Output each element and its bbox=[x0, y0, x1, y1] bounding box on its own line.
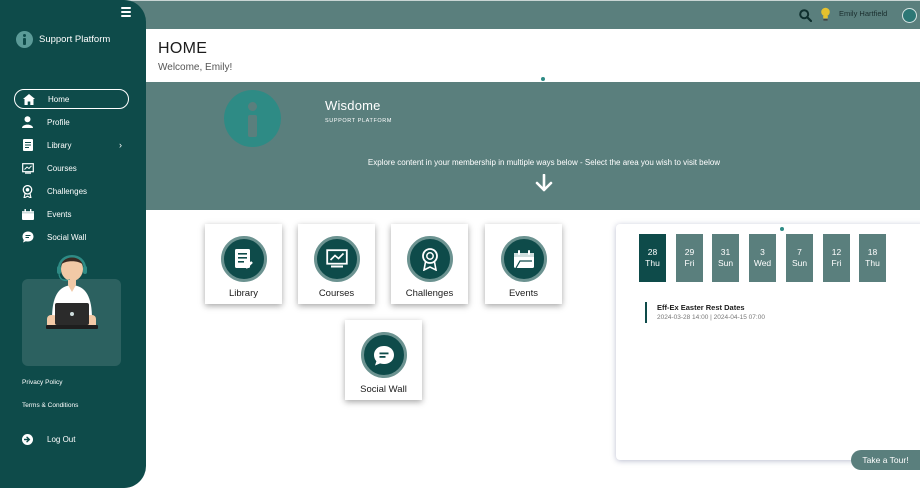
tile-library[interactable]: Library bbox=[205, 224, 282, 304]
sidebar-item-social-wall[interactable]: Social Wall bbox=[14, 227, 129, 247]
arrow-down-icon[interactable] bbox=[535, 173, 553, 197]
sidebar-item-profile[interactable]: Profile bbox=[14, 112, 129, 132]
sidebar-item-courses[interactable]: Courses bbox=[14, 158, 129, 178]
calendar-icon bbox=[501, 236, 547, 282]
tile-label: Library bbox=[228, 288, 259, 299]
event-item[interactable]: Eff-Ex Easter Rest Dates 2024-03-28 14:0… bbox=[645, 302, 765, 323]
calendar-day[interactable]: 31 Sun bbox=[712, 234, 739, 282]
brand-name: Support Platform bbox=[39, 34, 111, 45]
sidebar-item-label: Social Wall bbox=[47, 232, 87, 242]
brand[interactable]: Support Platform bbox=[16, 31, 110, 48]
chevron-right-icon[interactable]: › bbox=[119, 140, 122, 150]
sidebar: Support Platform Home Profile Library › … bbox=[0, 0, 146, 488]
chat-icon bbox=[361, 332, 407, 378]
logout-icon bbox=[22, 434, 33, 445]
brand-logo-icon bbox=[224, 90, 281, 147]
calendar-day[interactable]: 29 Fri bbox=[676, 234, 703, 282]
courses-icon bbox=[314, 236, 360, 282]
event-time: 2024-03-28 14:00 | 2024-04-15 07:00 bbox=[657, 314, 765, 321]
document-icon bbox=[21, 139, 34, 152]
sidebar-item-events[interactable]: Events bbox=[14, 204, 129, 224]
sidebar-item-label: Events bbox=[47, 209, 72, 219]
carousel-dot[interactable] bbox=[780, 227, 784, 231]
sidebar-item-library[interactable]: Library › bbox=[14, 135, 129, 155]
document-icon bbox=[221, 236, 267, 282]
chat-icon bbox=[21, 231, 34, 244]
sidebar-item-label: Home bbox=[48, 94, 70, 104]
page-title: HOME bbox=[158, 40, 208, 57]
calendar-day[interactable]: 28 Thu bbox=[639, 234, 666, 282]
sidebar-item-challenges[interactable]: Challenges bbox=[14, 181, 129, 201]
hero-title: Wisdome bbox=[325, 98, 381, 113]
calendar-day[interactable]: 12 Fri bbox=[823, 234, 850, 282]
hero-banner: Wisdome SUPPORT PLATFORM Explore content… bbox=[146, 82, 920, 210]
hero-text: Explore content in your membership in mu… bbox=[367, 158, 721, 167]
tile-challenges[interactable]: Challenges bbox=[391, 224, 468, 304]
tile-social-wall[interactable]: Social Wall bbox=[345, 320, 422, 400]
hero-subtitle: SUPPORT PLATFORM bbox=[325, 118, 393, 124]
avatar[interactable] bbox=[902, 8, 917, 23]
take-a-tour-button[interactable]: Take a Tour! bbox=[851, 450, 920, 470]
sidebar-item-label: Courses bbox=[47, 163, 77, 173]
sidebar-item-label: Profile bbox=[47, 117, 70, 127]
tile-courses[interactable]: Courses bbox=[298, 224, 375, 304]
app-page: Emily Hartfield Support Platform Home Pr… bbox=[0, 0, 920, 488]
tile-label: Events bbox=[508, 288, 539, 299]
award-icon bbox=[407, 236, 453, 282]
brand-logo-icon bbox=[16, 31, 33, 48]
event-title: Eff-Ex Easter Rest Dates bbox=[657, 303, 745, 312]
user-icon bbox=[21, 116, 34, 129]
logout-button[interactable]: Log Out bbox=[22, 434, 75, 445]
calendar-day[interactable]: 3 Wed bbox=[749, 234, 776, 282]
sidebar-item-label: Library bbox=[47, 140, 72, 150]
tile-events[interactable]: Events bbox=[485, 224, 562, 304]
lightbulb-icon[interactable] bbox=[820, 7, 831, 27]
terms-conditions-link[interactable]: Terms & Conditions bbox=[22, 402, 78, 409]
calendar-icon bbox=[21, 208, 34, 221]
tile-label: Social Wall bbox=[360, 384, 407, 395]
user-name[interactable]: Emily Hartfield bbox=[839, 9, 887, 18]
sidebar-item-home[interactable]: Home bbox=[14, 89, 129, 109]
calendar-day[interactable]: 18 Thu bbox=[859, 234, 886, 282]
events-calendar-card: 28 Thu 29 Fri 31 Sun 3 Wed 7 Sun 12 Fri 18 Thu … bbox=[616, 224, 920, 460]
sidebar-item-label: Challenges bbox=[47, 186, 88, 196]
hamburger-menu-icon[interactable] bbox=[121, 7, 131, 17]
sidebar-nav: Home Profile Library › Courses Challenge… bbox=[14, 89, 129, 250]
calendar-day[interactable]: 7 Sun bbox=[786, 234, 813, 282]
welcome-text: Welcome, Emily! bbox=[158, 62, 233, 73]
home-icon bbox=[22, 93, 35, 106]
tile-label: Courses bbox=[318, 288, 355, 299]
courses-icon bbox=[21, 162, 34, 175]
carousel-dot[interactable] bbox=[541, 77, 545, 81]
privacy-policy-link[interactable]: Privacy Policy bbox=[22, 379, 62, 386]
search-icon[interactable] bbox=[799, 9, 813, 27]
tile-label: Challenges bbox=[405, 288, 454, 299]
support-agent-illustration bbox=[22, 255, 121, 366]
award-icon bbox=[21, 184, 34, 198]
logout-label: Log Out bbox=[47, 435, 76, 444]
